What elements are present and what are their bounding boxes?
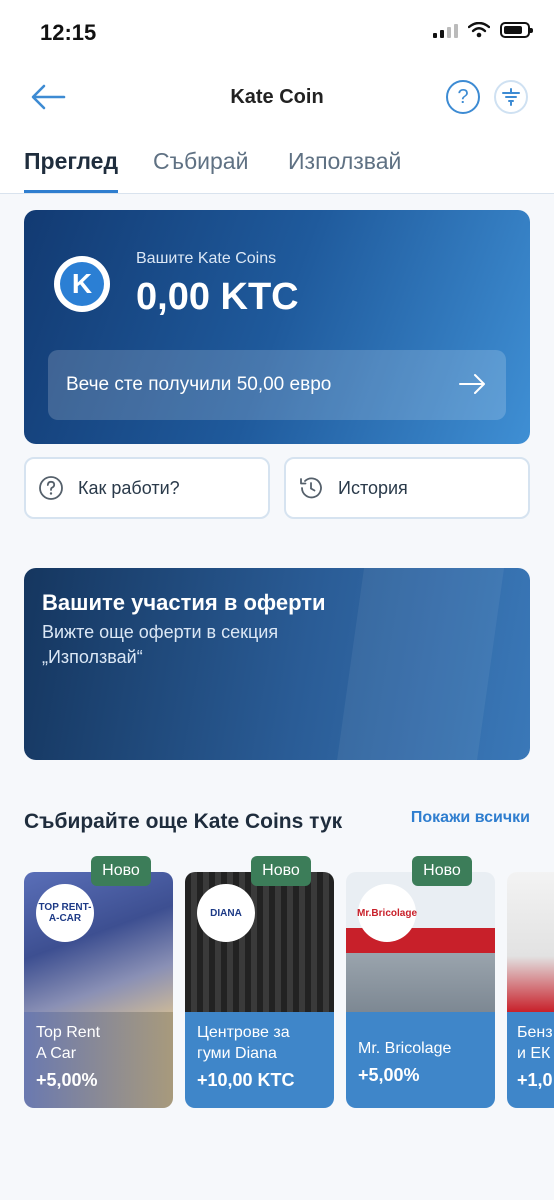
- wifi-icon: [468, 22, 490, 38]
- active-tab-indicator: [24, 190, 118, 193]
- received-amount-row[interactable]: Вече сте получили 50,00 евро: [48, 350, 506, 420]
- offer-card-top-rent[interactable]: TOP RENT-A-CAR Top Rent A Car +5,00%: [24, 872, 173, 1108]
- history-label: История: [338, 477, 408, 498]
- new-badge: Ново: [412, 856, 472, 886]
- app-header: Kate Coin ?: [0, 62, 554, 136]
- tab-use[interactable]: Използвай: [288, 148, 401, 175]
- show-all-link[interactable]: Покажи всички: [411, 809, 530, 827]
- offer-name-line2: гуми Diana: [197, 1045, 277, 1062]
- top-rent-logo: TOP RENT-A-CAR: [36, 884, 94, 942]
- status-icons: [433, 22, 533, 38]
- offer-info: Mr. Bricolage +5,00%: [346, 1012, 495, 1108]
- balance-card: K Вашите Kate Coins 0,00 KTC Вече сте по…: [24, 210, 530, 444]
- signal-icon: [433, 22, 458, 38]
- offers-participation-banner[interactable]: Вашите участия в оферти Вижте още оферти…: [24, 568, 530, 760]
- offers-banner-subtitle: Вижте още оферти в секция „Използвай“: [42, 622, 279, 667]
- help-button[interactable]: ?: [446, 80, 480, 114]
- offer-name-line2: и ЕК: [517, 1045, 551, 1062]
- history-button[interactable]: История: [284, 457, 530, 519]
- offer-reward: +10,00 KTC: [197, 1070, 295, 1090]
- new-badge: Ново: [91, 856, 151, 886]
- tab-overview[interactable]: Преглед: [24, 148, 118, 175]
- tab-collect[interactable]: Събирай: [153, 148, 248, 175]
- received-amount-text: Вече сте получили 50,00 евро: [66, 374, 332, 395]
- new-badge: Ново: [251, 856, 311, 886]
- status-time: 12:15: [40, 20, 97, 45]
- offer-name-line1: Центрове за: [197, 1024, 290, 1041]
- offer-card-eko[interactable]: Бенз и ЕК +1,0: [507, 872, 554, 1108]
- arrow-right-icon: [459, 374, 485, 394]
- offer-reward: +5,00%: [358, 1065, 420, 1085]
- question-circle-icon: [39, 476, 63, 500]
- tab-bar: Преглед Събирай Използвай: [0, 136, 554, 194]
- offer-card-diana[interactable]: DIANA Центрове за гуми Diana +10,00 KTC: [185, 872, 334, 1108]
- collect-section-title: Събирайте още Kate Coins тук: [24, 810, 343, 833]
- how-it-works-button[interactable]: Как работи?: [24, 457, 270, 519]
- history-icon: [300, 477, 322, 499]
- offer-name-line1: Top Rent: [36, 1024, 101, 1041]
- offers-banner-title: Вашите участия в оферти: [42, 590, 326, 615]
- offer-info: Бенз и ЕК +1,0: [507, 1012, 554, 1108]
- offer-reward: +5,00%: [36, 1070, 98, 1090]
- filter-button[interactable]: [494, 80, 528, 114]
- offer-name-line2: A Car: [36, 1045, 77, 1062]
- offer-name-line1: Mr. Bricolage: [358, 1040, 452, 1057]
- offer-photo: [507, 872, 554, 1012]
- offer-info: Центрове за гуми Diana +10,00 KTC: [185, 1012, 334, 1108]
- help-icon: ?: [457, 85, 469, 108]
- offer-name-line1: Бенз: [517, 1024, 553, 1041]
- diana-logo: DIANA: [197, 884, 255, 942]
- balance-label: Вашите Kate Coins: [136, 250, 277, 267]
- kate-coin-logo: K: [54, 256, 110, 312]
- battery-icon: [500, 22, 533, 38]
- offer-reward: +1,0: [517, 1070, 553, 1090]
- offer-card-bricolage[interactable]: Mr.Bricolage Mr. Bricolage +5,00%: [346, 872, 495, 1108]
- how-it-works-label: Как работи?: [78, 477, 180, 498]
- balance-value: 0,00 KTC: [136, 276, 299, 318]
- filter-icon: [502, 88, 520, 106]
- offer-info: Top Rent A Car +5,00%: [24, 1012, 173, 1108]
- bricolage-logo: Mr.Bricolage: [357, 884, 417, 942]
- status-bar: 12:15: [0, 0, 554, 62]
